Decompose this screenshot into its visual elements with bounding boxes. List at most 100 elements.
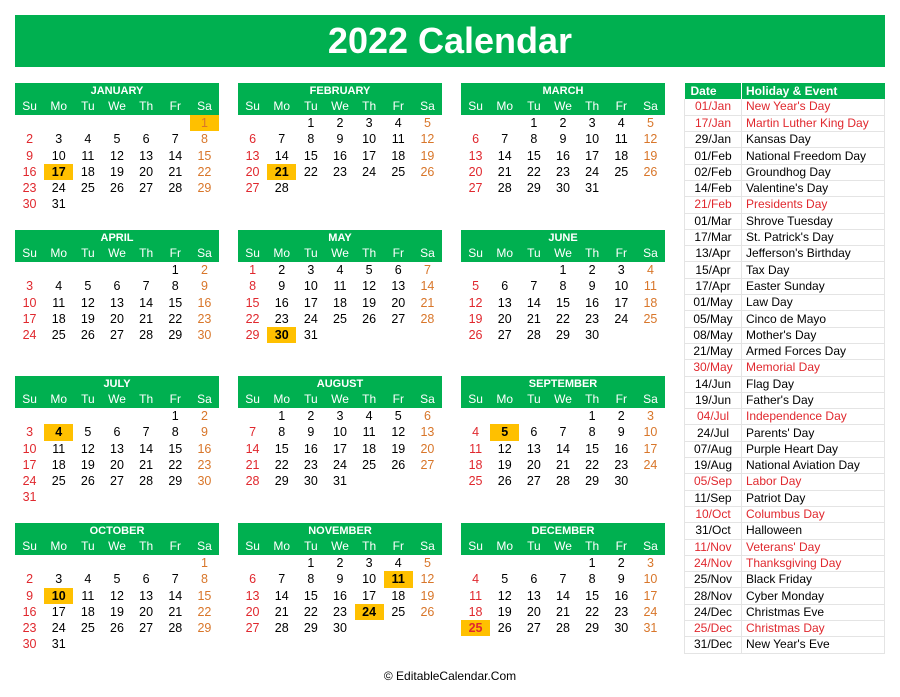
day-cell: 5 <box>113 572 121 587</box>
day-cell: 13 <box>139 588 154 603</box>
empty-cell <box>15 262 44 278</box>
day-cell: 16 <box>614 441 629 456</box>
day-cell: 29 <box>197 181 212 196</box>
weekday-row: Su Mo Tu We Th Fr Sa <box>238 246 442 262</box>
weekday-label: We <box>331 539 349 553</box>
day-cell: 6 <box>530 572 538 587</box>
day-cell: 31 <box>51 197 66 212</box>
day-cell: 3 <box>26 425 34 440</box>
holiday-day-cell: 11 <box>383 571 413 588</box>
day-cell: 7 <box>142 279 150 294</box>
day-cell: 1 <box>171 409 179 423</box>
day-cell: 2 <box>26 572 34 587</box>
month-name: JULY <box>103 378 131 390</box>
weekday-label: Tu <box>304 539 318 553</box>
holiday-row: 19/Aug National Aviation Day <box>684 457 885 475</box>
day-cell: 28 <box>274 621 289 636</box>
holiday-row: 31/Oct Halloween <box>684 522 885 540</box>
weekday-label: We <box>554 539 572 553</box>
day-cell: 25 <box>333 311 347 326</box>
weekday-label: Tu <box>527 392 541 406</box>
day-cell: 13 <box>110 441 124 456</box>
holiday-day-cell: 30 <box>267 327 297 344</box>
day-cell: 29 <box>168 328 183 343</box>
day-cell: 25 <box>51 474 66 489</box>
holiday-name: New Year's Eve <box>741 636 885 654</box>
day-cell: 22 <box>585 457 600 472</box>
day-cell: 13 <box>139 148 154 163</box>
day-cell: 21 <box>245 457 260 472</box>
day-cell: 26 <box>468 328 483 343</box>
day-cell: 12 <box>391 425 406 440</box>
empty-cell <box>102 555 131 571</box>
day-cell: 12 <box>420 132 435 147</box>
holiday-name: Groundhog Day <box>741 164 885 181</box>
empty-cell <box>132 408 161 424</box>
day-cell: 26 <box>420 164 435 179</box>
day-cell: 28 <box>168 621 183 636</box>
holiday-row: 01/May Law Day <box>684 294 885 312</box>
empty-cell <box>519 555 548 571</box>
day-cell: 8 <box>559 279 567 294</box>
day-cell: 9 <box>588 279 596 294</box>
weekday-label: Mo <box>273 392 291 406</box>
day-cell: 24 <box>643 457 658 472</box>
weekday-label: Sa <box>420 246 435 260</box>
day-cell: 5 <box>84 425 92 440</box>
day-cell: 6 <box>394 263 402 277</box>
day-cell: 25 <box>80 621 95 636</box>
day-cell: 8 <box>278 425 286 440</box>
empty-cell <box>15 408 44 424</box>
day-cell: 29 <box>197 621 212 636</box>
day-cell: 29 <box>274 474 289 489</box>
month-name: FEBRUARY <box>309 85 371 97</box>
day-cell: 29 <box>245 328 260 343</box>
holiday-date: 02/Feb <box>684 164 742 181</box>
weekday-label: Sa <box>197 99 212 113</box>
day-cell: 1 <box>200 556 208 570</box>
day-cell: 18 <box>468 604 483 619</box>
day-cell: 26 <box>643 164 658 179</box>
weekday-label: Su <box>468 246 483 260</box>
holiday-date: 29/Jan <box>684 131 742 149</box>
day-cell: 19 <box>497 457 512 472</box>
weekday-label: Fr <box>169 99 181 113</box>
weekday-label: Sa <box>643 539 658 553</box>
day-cell: 3 <box>588 116 596 130</box>
day-cell: 27 <box>420 457 435 472</box>
day-cell: 21 <box>420 295 435 310</box>
month-october: OCTOBER Su Mo Tu We Th Fr Sa 1 2 3 4 5 6 7 8 9 10 11 12 13 14… <box>15 523 219 653</box>
day-cell: 19 <box>110 604 124 619</box>
weekday-row: Su Mo Tu We Th Fr Sa <box>238 392 442 408</box>
day-cell: 4 <box>617 116 625 130</box>
day-cell: 17 <box>362 148 377 163</box>
day-cell: 4 <box>84 572 92 587</box>
empty-cell <box>238 408 267 424</box>
holiday-date: 17/Apr <box>684 278 742 296</box>
empty-cell <box>490 115 519 131</box>
day-cell: 11 <box>469 588 483 603</box>
weekday-row: Su Mo Tu We Th Fr Sa <box>461 539 665 555</box>
holiday-row: 08/May Mother's Day <box>684 327 885 344</box>
day-cell: 27 <box>497 328 512 343</box>
day-cell: 28 <box>556 474 570 489</box>
day-cell: 27 <box>110 474 124 489</box>
day-cell: 26 <box>80 474 95 489</box>
holiday-row: 11/Nov Veterans' Day <box>684 539 885 556</box>
day-cell: 18 <box>391 588 406 603</box>
holiday-date: 14/Feb <box>684 180 742 198</box>
day-cell: 27 <box>245 181 260 196</box>
day-cell: 22 <box>197 164 212 179</box>
day-cell: 18 <box>51 457 66 472</box>
day-cell: 23 <box>274 311 289 326</box>
holiday-date: 05/May <box>684 310 742 328</box>
holiday-name: Flag Day <box>741 376 885 393</box>
weekday-label: Th <box>585 99 600 113</box>
holiday-name: Presidents Day <box>741 196 885 214</box>
day-cell: 29 <box>585 474 600 489</box>
holiday-row: 17/Mar St. Patrick's Day <box>684 229 885 247</box>
day-cell: 11 <box>333 279 347 294</box>
weekday-row: Su Mo Tu We Th Fr Sa <box>461 246 665 262</box>
day-cell: 6 <box>113 279 121 294</box>
day-cell: 18 <box>614 148 629 163</box>
